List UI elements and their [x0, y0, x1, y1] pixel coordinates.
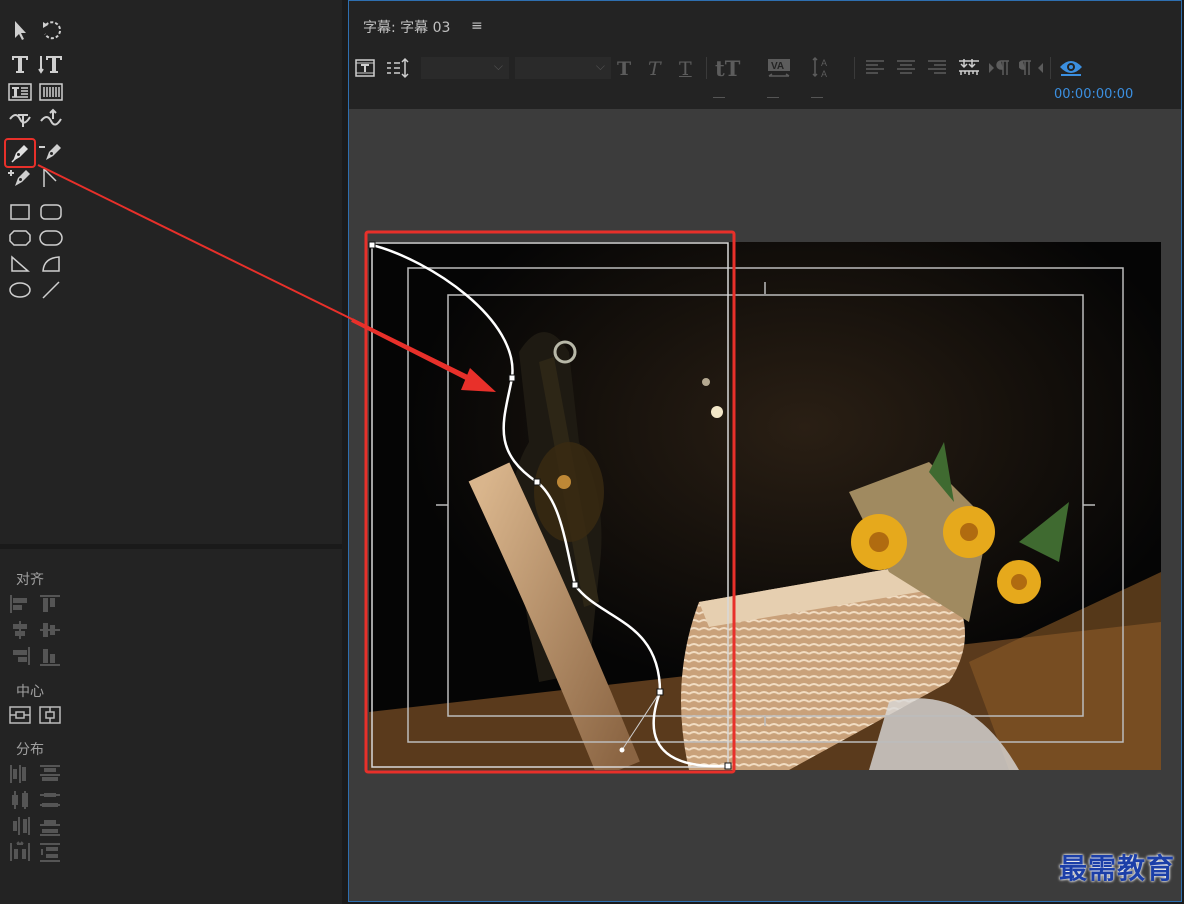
align-bottom-icon[interactable]: [38, 645, 62, 667]
rounded-rectangle-icon[interactable]: [38, 226, 64, 250]
vertical-type-tool-icon[interactable]: [38, 52, 64, 76]
delete-anchor-point-icon[interactable]: [38, 140, 64, 164]
align-horizontal-center-icon[interactable]: [8, 619, 32, 641]
rectangle-tool-icon[interactable]: [7, 200, 33, 224]
font-family-dropdown[interactable]: ⌵: [421, 57, 509, 79]
align-text-center-icon[interactable]: [895, 59, 917, 77]
add-anchor-point-icon[interactable]: [7, 166, 33, 190]
align-top-icon[interactable]: [38, 593, 62, 615]
font-size-icon[interactable]: tT: [715, 56, 740, 81]
distribute-bottom-icon[interactable]: [38, 815, 62, 837]
title-toolbar: ⌵ ⌵ T T T tT VA AA 00:00:00:00: [349, 45, 1181, 109]
rounded-corner-rectangle-icon[interactable]: [38, 200, 64, 224]
align-right-icon[interactable]: [8, 645, 32, 667]
distribute-horizontal-center-icon[interactable]: [8, 789, 32, 811]
center-vertical-icon[interactable]: [38, 704, 62, 726]
background-video-frame: [369, 242, 1161, 770]
title-window: 字幕: 字幕 03 ≡ ⌵ ⌵ T T T tT VA AA 00:00:00:…: [348, 0, 1182, 902]
center-horizontal-icon[interactable]: [8, 704, 32, 726]
type-tool-icon[interactable]: [7, 52, 33, 76]
leading-icon[interactable]: AA: [811, 55, 835, 81]
pen-tool-icon[interactable]: [4, 138, 36, 168]
line-tool-icon[interactable]: [38, 278, 64, 302]
center-label: 中心: [16, 684, 44, 700]
svg-text:VA: VA: [771, 61, 784, 72]
distribute-vertical-center-icon[interactable]: [38, 789, 62, 811]
rotation-tool-icon[interactable]: [38, 18, 64, 42]
convert-anchor-point-icon[interactable]: [38, 166, 64, 190]
distribute-horizontal-even-icon[interactable]: [8, 841, 32, 863]
font-style-dropdown[interactable]: ⌵: [515, 57, 611, 79]
chevron-down-icon: ⌵: [595, 59, 605, 73]
title-canvas[interactable]: 最需教育: [349, 109, 1181, 901]
vertical-area-type-tool-icon[interactable]: [38, 80, 64, 104]
distribute-vertical-even-icon[interactable]: [38, 841, 62, 863]
paragraph-rtl-icon[interactable]: [1019, 59, 1045, 77]
italic-icon[interactable]: T: [648, 58, 661, 80]
selection-tool-icon[interactable]: [7, 18, 33, 42]
watermark-logo: 最需教育: [1058, 852, 1175, 885]
distribute-top-icon[interactable]: [38, 763, 62, 785]
kerning-icon[interactable]: VA: [767, 57, 793, 81]
paragraph-ltr-icon[interactable]: [987, 59, 1013, 77]
svg-text:A: A: [821, 69, 827, 79]
ellipse-tool-icon[interactable]: [7, 278, 33, 302]
arc-tool-icon[interactable]: [38, 252, 64, 276]
timecode-display[interactable]: 00:00:00:00: [1054, 87, 1133, 102]
title-actions-panel: 对齐 中心 分布: [0, 549, 342, 904]
align-left-icon[interactable]: [8, 593, 32, 615]
title-tools-panel: [0, 0, 342, 544]
distribute-right-icon[interactable]: [8, 815, 32, 837]
show-background-video-icon[interactable]: [1059, 57, 1083, 79]
window-title: 字幕: 字幕 03: [363, 20, 451, 36]
align-text-left-icon[interactable]: [864, 59, 886, 77]
align-text-right-icon[interactable]: [926, 59, 948, 77]
align-label: 对齐: [16, 572, 44, 588]
distribute-left-icon[interactable]: [8, 763, 32, 785]
vertical-path-type-tool-icon[interactable]: [38, 106, 64, 130]
svg-text:A: A: [821, 58, 827, 68]
distribute-label: 分布: [16, 742, 44, 758]
underline-icon[interactable]: T: [679, 58, 692, 80]
bold-icon[interactable]: T: [617, 58, 631, 80]
area-type-tool-icon[interactable]: [7, 80, 33, 104]
tab-stops-icon[interactable]: [957, 57, 981, 79]
wedge-tool-icon[interactable]: [7, 252, 33, 276]
new-title-icon[interactable]: [355, 58, 375, 78]
roll-crawl-options-icon[interactable]: [385, 57, 409, 79]
chevron-down-icon: ⌵: [493, 59, 503, 73]
align-vertical-center-icon[interactable]: [38, 619, 62, 641]
panel-menu-icon[interactable]: ≡: [471, 18, 483, 34]
clipped-corner-rectangle-icon[interactable]: [7, 226, 33, 250]
path-type-tool-icon[interactable]: [7, 106, 33, 130]
title-header: 字幕: 字幕 03 ≡: [349, 1, 1181, 45]
